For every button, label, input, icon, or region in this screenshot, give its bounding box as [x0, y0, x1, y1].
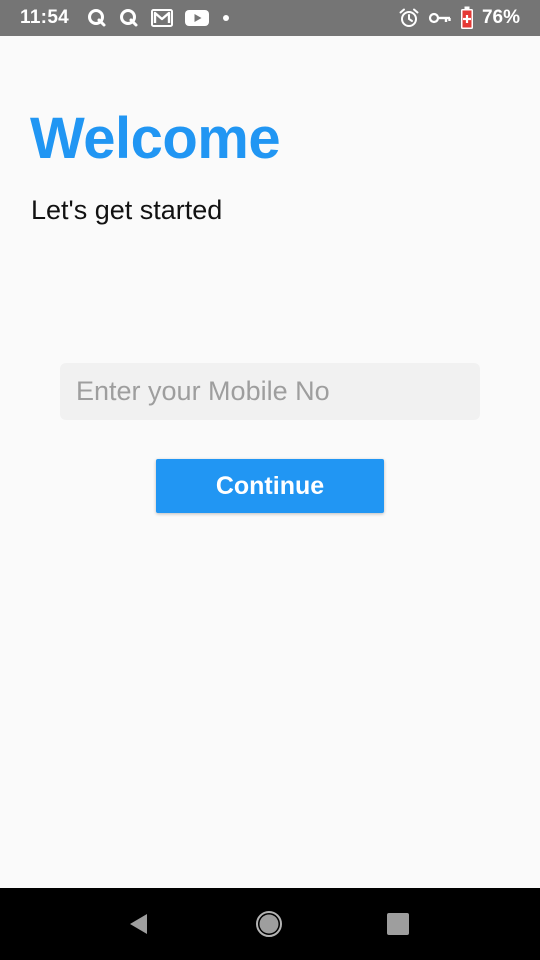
q-app-icon	[119, 7, 139, 29]
navigation-bar	[0, 888, 540, 960]
home-icon[interactable]	[229, 888, 309, 960]
recents-icon[interactable]	[358, 888, 438, 960]
mobile-number-input[interactable]	[60, 363, 480, 420]
back-icon[interactable]	[99, 888, 179, 960]
app-screen: 11:54 76% Welcome Let's get started Ente…	[0, 0, 540, 960]
page-subtitle: Let's get started	[31, 195, 223, 225]
youtube-icon	[185, 7, 210, 29]
gmail-icon	[151, 7, 174, 29]
alarm-icon	[398, 7, 420, 29]
status-bar: 11:54 76%	[0, 0, 540, 36]
battery-percent: 76%	[481, 7, 520, 28]
battery-saver-icon	[460, 6, 474, 29]
dot-icon	[221, 7, 231, 29]
continue-button[interactable]: Continue	[156, 459, 384, 513]
status-bar-right: 76%	[398, 6, 520, 29]
q-app-icon	[87, 7, 107, 29]
status-bar-left: 11:54	[20, 7, 231, 29]
page-title: Welcome	[30, 106, 281, 171]
vpn-key-icon	[428, 7, 452, 29]
status-time: 11:54	[20, 7, 70, 28]
